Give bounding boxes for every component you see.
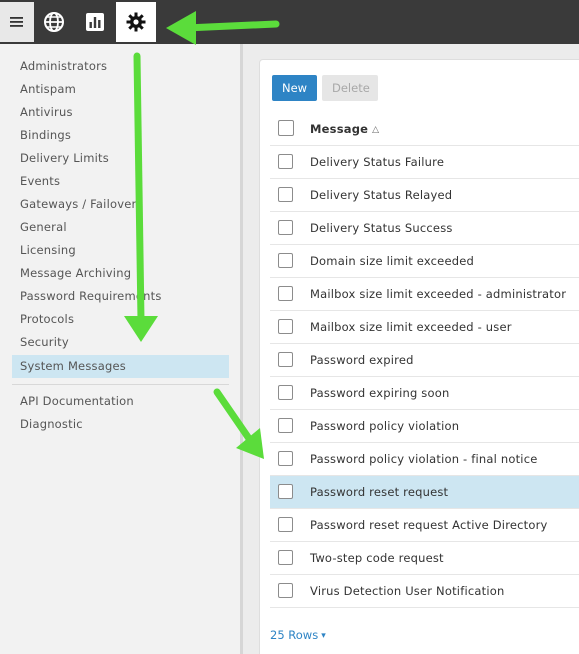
sidebar-item-gateways-failover[interactable]: Gateways / Failover xyxy=(12,193,229,216)
row-checkbox[interactable] xyxy=(278,583,293,598)
row-checkbox[interactable] xyxy=(278,319,293,334)
main-content: New Delete Message △ Delivery Status Fail… xyxy=(243,44,579,654)
table-row[interactable]: Password policy violation xyxy=(270,410,579,443)
top-toolbar xyxy=(0,0,579,44)
table-row[interactable]: Virus Detection User Notification xyxy=(270,575,579,608)
table-row[interactable]: Password reset request Active Directory xyxy=(270,509,579,542)
table-header-row: Message △ xyxy=(270,113,579,146)
menu-icon xyxy=(10,17,23,27)
table-row[interactable]: Mailbox size limit exceeded - administra… xyxy=(270,278,579,311)
table-row[interactable]: Password policy violation - final notice xyxy=(270,443,579,476)
column-header-label: Message xyxy=(310,122,369,136)
row-label: Password policy violation xyxy=(310,419,460,433)
sidebar-item-events[interactable]: Events xyxy=(12,170,229,193)
sidebar-item-system-messages[interactable]: System Messages xyxy=(12,355,229,378)
bar-chart-icon xyxy=(86,13,104,31)
new-button[interactable]: New xyxy=(272,75,317,101)
message-column-header[interactable]: Message △ xyxy=(310,113,379,147)
sidebar-item-delivery-limits[interactable]: Delivery Limits xyxy=(12,147,229,170)
sidebar-divider xyxy=(12,384,229,385)
table-row[interactable]: Delivery Status Success xyxy=(270,212,579,245)
delete-button[interactable]: Delete xyxy=(322,75,378,101)
row-checkbox[interactable] xyxy=(278,550,293,565)
sidebar-item-security[interactable]: Security xyxy=(12,331,229,354)
table-row-selected[interactable]: Password reset request xyxy=(270,476,579,509)
gear-icon xyxy=(126,12,146,32)
reports-button[interactable] xyxy=(75,2,115,42)
row-checkbox[interactable] xyxy=(278,418,293,433)
row-label: Delivery Status Relayed xyxy=(310,188,453,202)
settings-button[interactable] xyxy=(116,2,156,42)
row-checkbox[interactable] xyxy=(278,484,293,499)
row-checkbox[interactable] xyxy=(278,154,293,169)
table-row[interactable]: Two-step code request xyxy=(270,542,579,575)
globe-button[interactable] xyxy=(34,2,74,42)
table-row[interactable]: Domain size limit exceeded xyxy=(270,245,579,278)
caret-down-icon: ▾ xyxy=(321,631,326,641)
row-label: Password policy violation - final notice xyxy=(310,452,538,466)
row-checkbox[interactable] xyxy=(278,286,293,301)
sidebar-item-antispam[interactable]: Antispam xyxy=(12,78,229,101)
row-label: Delivery Status Success xyxy=(310,221,453,235)
row-label: Mailbox size limit exceeded - administra… xyxy=(310,287,567,301)
row-checkbox[interactable] xyxy=(278,187,293,202)
row-checkbox[interactable] xyxy=(278,220,293,235)
menu-button[interactable] xyxy=(0,2,34,42)
sidebar-item-diagnostic[interactable]: Diagnostic xyxy=(12,413,229,436)
table-row[interactable]: Mailbox size limit exceeded - user xyxy=(270,311,579,344)
sidebar-item-administrators[interactable]: Administrators xyxy=(12,55,229,78)
sidebar-item-bindings[interactable]: Bindings xyxy=(12,124,229,147)
row-checkbox[interactable] xyxy=(278,517,293,532)
table-row[interactable]: Password expiring soon xyxy=(270,377,579,410)
row-checkbox[interactable] xyxy=(278,385,293,400)
sidebar-item-password-requirements[interactable]: Password Requirements xyxy=(12,285,229,308)
sidebar-item-protocols[interactable]: Protocols xyxy=(12,308,229,331)
row-label: Virus Detection User Notification xyxy=(310,584,505,598)
row-label: Domain size limit exceeded xyxy=(310,254,475,268)
row-checkbox[interactable] xyxy=(278,352,293,367)
select-all-checkbox[interactable] xyxy=(278,120,294,136)
table-row[interactable]: Delivery Status Failure xyxy=(270,146,579,179)
sort-ascending-icon: △ xyxy=(372,125,380,135)
row-label: Two-step code request xyxy=(310,551,444,565)
row-label: Password expiring soon xyxy=(310,386,450,400)
globe-icon xyxy=(44,12,64,32)
rows-per-page-label: 25 Rows xyxy=(270,628,319,642)
row-label: Mailbox size limit exceeded - user xyxy=(310,320,512,334)
rows-per-page-dropdown[interactable]: 25 Rows ▾ xyxy=(270,625,326,645)
sidebar-item-antivirus[interactable]: Antivirus xyxy=(12,101,229,124)
table-row[interactable]: Password expired xyxy=(270,344,579,377)
settings-sidebar: Administrators Antispam Antivirus Bindin… xyxy=(0,44,240,654)
sidebar-item-licensing[interactable]: Licensing xyxy=(12,239,229,262)
system-messages-panel: New Delete Message △ Delivery Status Fail… xyxy=(259,59,579,654)
row-label: Password expired xyxy=(310,353,414,367)
row-label: Password reset request xyxy=(310,485,449,499)
sidebar-item-general[interactable]: General xyxy=(12,216,229,239)
row-label: Delivery Status Failure xyxy=(310,155,445,169)
row-checkbox[interactable] xyxy=(278,451,293,466)
sidebar-item-message-archiving[interactable]: Message Archiving xyxy=(12,262,229,285)
table-row[interactable]: Delivery Status Relayed xyxy=(270,179,579,212)
row-checkbox[interactable] xyxy=(278,253,293,268)
sidebar-item-api-documentation[interactable]: API Documentation xyxy=(12,390,229,413)
row-label: Password reset request Active Directory xyxy=(310,518,548,532)
